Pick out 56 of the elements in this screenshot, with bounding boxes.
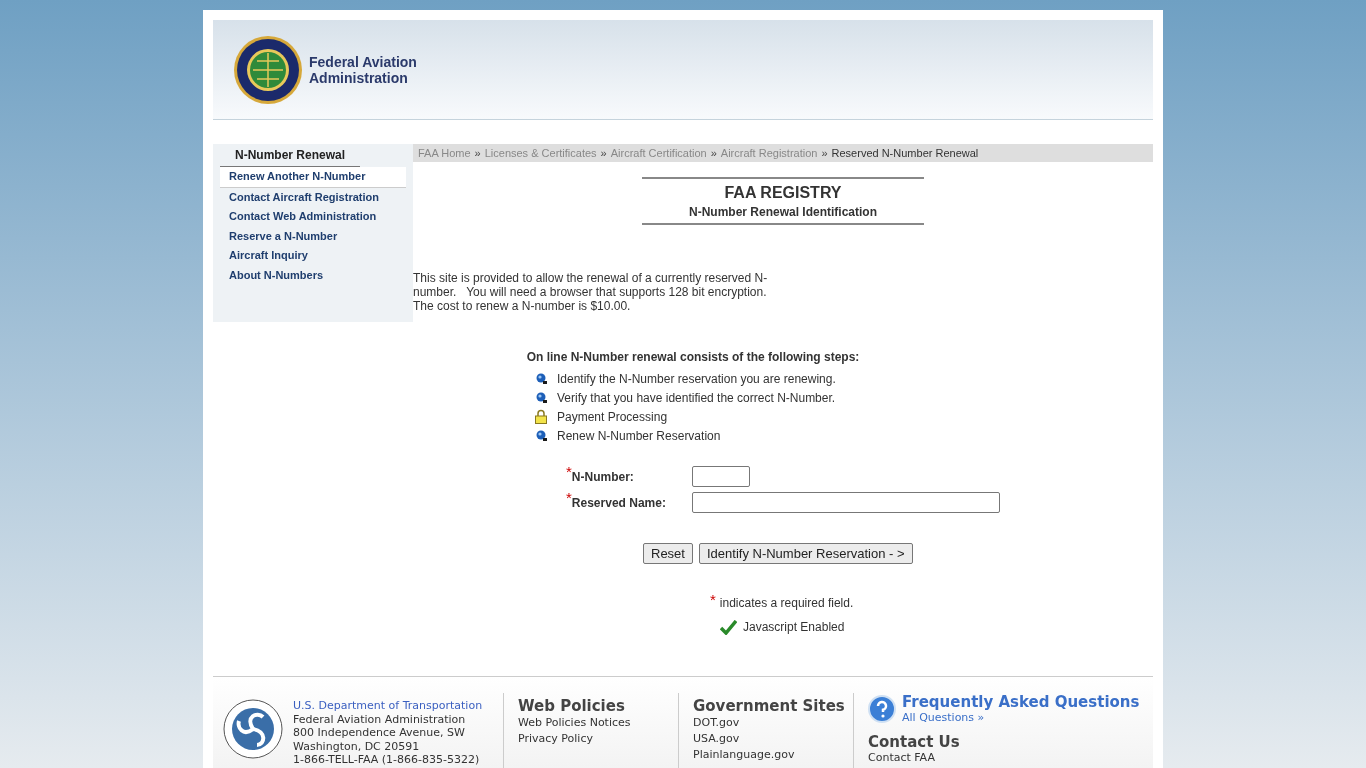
required-asterisk: *: [566, 492, 572, 504]
sidebar-link[interactable]: Reserve a N-Number: [220, 226, 406, 246]
footer-link[interactable]: Plainlanguage.gov: [693, 747, 853, 763]
required-asterisk: *: [566, 466, 572, 478]
step-text: Payment Processing: [557, 408, 668, 426]
faq-link[interactable]: All Questions »: [902, 711, 1140, 725]
seal-logo: [233, 34, 303, 105]
text-input[interactable]: [692, 491, 1000, 513]
bullet-icon: [535, 373, 547, 384]
required-asterisk: *: [710, 594, 716, 606]
bullet-icon: [535, 430, 547, 441]
footer-link[interactable]: Privacy Policy: [518, 731, 678, 747]
submit-button[interactable]: Identify N-Number Reservation - >: [698, 543, 913, 564]
dot-seal-logo: [223, 699, 283, 759]
page-heading: FAA REGISTRY: [723, 183, 843, 203]
js-status: Javascript Enabled: [743, 619, 845, 636]
field-label: Reserved Name:: [571, 496, 666, 512]
address-line: 1-866-TELL-FAA (1-866-835-5322): [293, 753, 481, 767]
footer-link[interactable]: Contact FAA: [868, 750, 1140, 764]
question-icon: [868, 694, 896, 723]
required-note: indicates a required field.: [719, 595, 854, 612]
footer-heading: Government Sites: [693, 697, 846, 715]
dot-link[interactable]: U.S. Department of Transportation: [293, 699, 483, 713]
text-input[interactable]: [692, 465, 750, 487]
agency-name: Federal Aviation Administration: [309, 53, 418, 86]
faq-heading: Frequently Asked Questions: [902, 693, 1140, 711]
footer-link[interactable]: DOT.gov: [693, 715, 853, 731]
field-label: N-Number:: [571, 470, 634, 486]
contact-heading: Contact Us: [868, 732, 961, 751]
steps-heading: On line N-Number renewal consists of the following steps:: [526, 349, 860, 366]
step-text: Renew N-Number Reservation: [557, 427, 721, 445]
lock-icon: [535, 409, 547, 424]
address-line: Washington, DC 20591: [293, 739, 421, 753]
sidebar-link[interactable]: Contact Aircraft Registration: [220, 187, 406, 207]
sidebar-link[interactable]: Renew Another N-Number: [220, 167, 406, 188]
checkmark-icon: [720, 619, 737, 635]
step-text: Verify that you have identified the correct N-Number.: [557, 389, 836, 407]
sidebar-link[interactable]: About N-Numbers: [220, 265, 406, 285]
bullet-icon: [535, 392, 547, 403]
breadcrumb-separator: »: [474, 145, 481, 161]
footer-heading: Web Policies: [518, 697, 626, 715]
footer-link[interactable]: USA.gov: [693, 731, 853, 747]
sidebar-link[interactable]: Contact Web Administration: [220, 207, 406, 227]
reset-button[interactable]: Reset: [643, 543, 693, 564]
breadcrumb-separator: »: [821, 145, 828, 161]
address-line: 800 Independence Avenue, SW: [293, 726, 466, 740]
sidebar-link[interactable]: Aircraft Inquiry: [220, 246, 406, 266]
address-line: Federal Aviation Administration: [293, 712, 467, 726]
breadcrumb-separator: »: [600, 145, 607, 161]
step-text: Identify the N-Number reservation you are renewing.: [557, 370, 836, 388]
footer-link[interactable]: Web Policies Notices: [518, 715, 678, 731]
intro-text: This site is provided to allow the renewal of a currently reserved N-number. You will need a browser that supports 128 bit encryption.: [413, 271, 769, 299]
breadcrumb-current: Reserved N-Number Renewal: [831, 145, 979, 161]
intro-text: The cost to renew a N-number is $10.00.: [413, 299, 632, 313]
breadcrumb-separator: »: [710, 145, 717, 161]
page-subheading: N-Number Renewal Identification: [688, 204, 878, 221]
